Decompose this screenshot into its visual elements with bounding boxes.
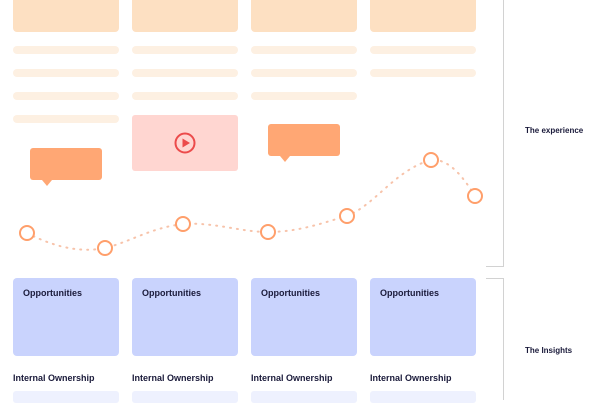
insights-bracket (486, 278, 504, 400)
journey-point (97, 240, 113, 256)
opportunities-card-4: Opportunities (370, 278, 476, 356)
ownership-label-2: Internal Ownership (132, 373, 214, 383)
section-label-insights: The Insights (525, 346, 573, 355)
section-label-experience: The experience (525, 126, 584, 135)
opportunities-label: Opportunities (142, 288, 201, 298)
journey-point (19, 225, 35, 241)
opportunities-card-2: Opportunities (132, 278, 238, 356)
ownership-label-1: Internal Ownership (13, 373, 95, 383)
ownership-card-2 (132, 391, 238, 403)
ownership-card-4 (370, 391, 476, 403)
ownership-label-3: Internal Ownership (251, 373, 333, 383)
opportunities-label: Opportunities (23, 288, 82, 298)
journey-point (175, 216, 191, 232)
ownership-label-4: Internal Ownership (370, 373, 452, 383)
journey-path (26, 158, 476, 251)
journey-point (467, 188, 483, 204)
ownership-card-3 (251, 391, 357, 403)
opportunities-label: Opportunities (261, 288, 320, 298)
opportunities-card-3: Opportunities (251, 278, 357, 356)
opportunities-label: Opportunities (380, 288, 439, 298)
experience-bracket (486, 0, 504, 267)
journey-point (260, 224, 276, 240)
journey-map: Opportunities Opportunities Opportunitie… (0, 0, 600, 403)
opportunities-card-1: Opportunities (13, 278, 119, 356)
journey-point (423, 152, 439, 168)
ownership-card-1 (13, 391, 119, 403)
journey-point (339, 208, 355, 224)
